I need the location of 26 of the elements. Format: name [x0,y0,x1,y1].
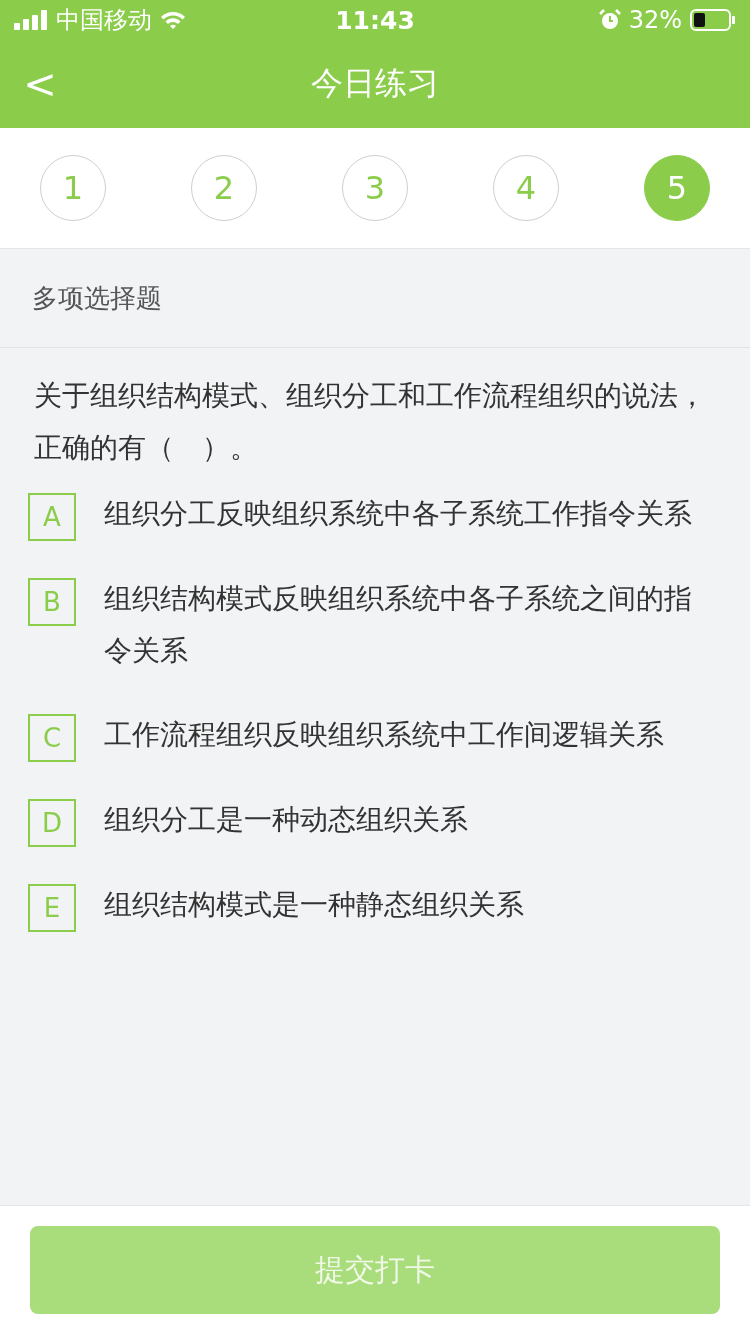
question-number-button[interactable]: 5 [644,155,710,221]
option-text[interactable]: 工作流程组织反映组织系统中工作间逻辑关系 [104,709,664,761]
option-letter-box[interactable]: D [28,799,76,847]
option-text[interactable]: 组织分工反映组织系统中各子系统工作指令关系 [104,488,692,540]
option-letter-box[interactable]: B [28,578,76,626]
question-number-button[interactable]: 3 [342,155,408,221]
question-number-button[interactable]: 2 [191,155,257,221]
page-title: 今日练习 [310,63,440,104]
option-letter-box[interactable]: A [28,493,76,541]
back-button[interactable]: < [0,44,80,124]
option-text[interactable]: 组织结构模式是一种静态组织关系 [104,879,524,931]
option-text[interactable]: 组织结构模式反映组织系统中各子系统之间的指令关系 [104,573,718,677]
battery-percent: 32% [628,6,682,34]
clock-time: 11:43 [335,5,415,35]
wifi-icon [160,10,186,30]
option-letter-box[interactable]: C [28,714,76,762]
carrier-name: 中国移动 [56,5,152,36]
signal-icon [14,10,48,30]
question-number-button[interactable]: 4 [493,155,559,221]
question-type-label: 多项选择题 [32,281,162,315]
battery-icon [690,9,736,31]
question-number-button[interactable]: 1 [40,155,106,221]
option-letter-box[interactable]: E [28,884,76,932]
alarm-clock-icon [598,9,621,31]
option-text[interactable]: 组织分工是一种动态组织关系 [104,794,468,846]
question-text: 关于组织结构模式、组织分工和工作流程组织的说法，正确的有（ ）。 [34,378,707,466]
